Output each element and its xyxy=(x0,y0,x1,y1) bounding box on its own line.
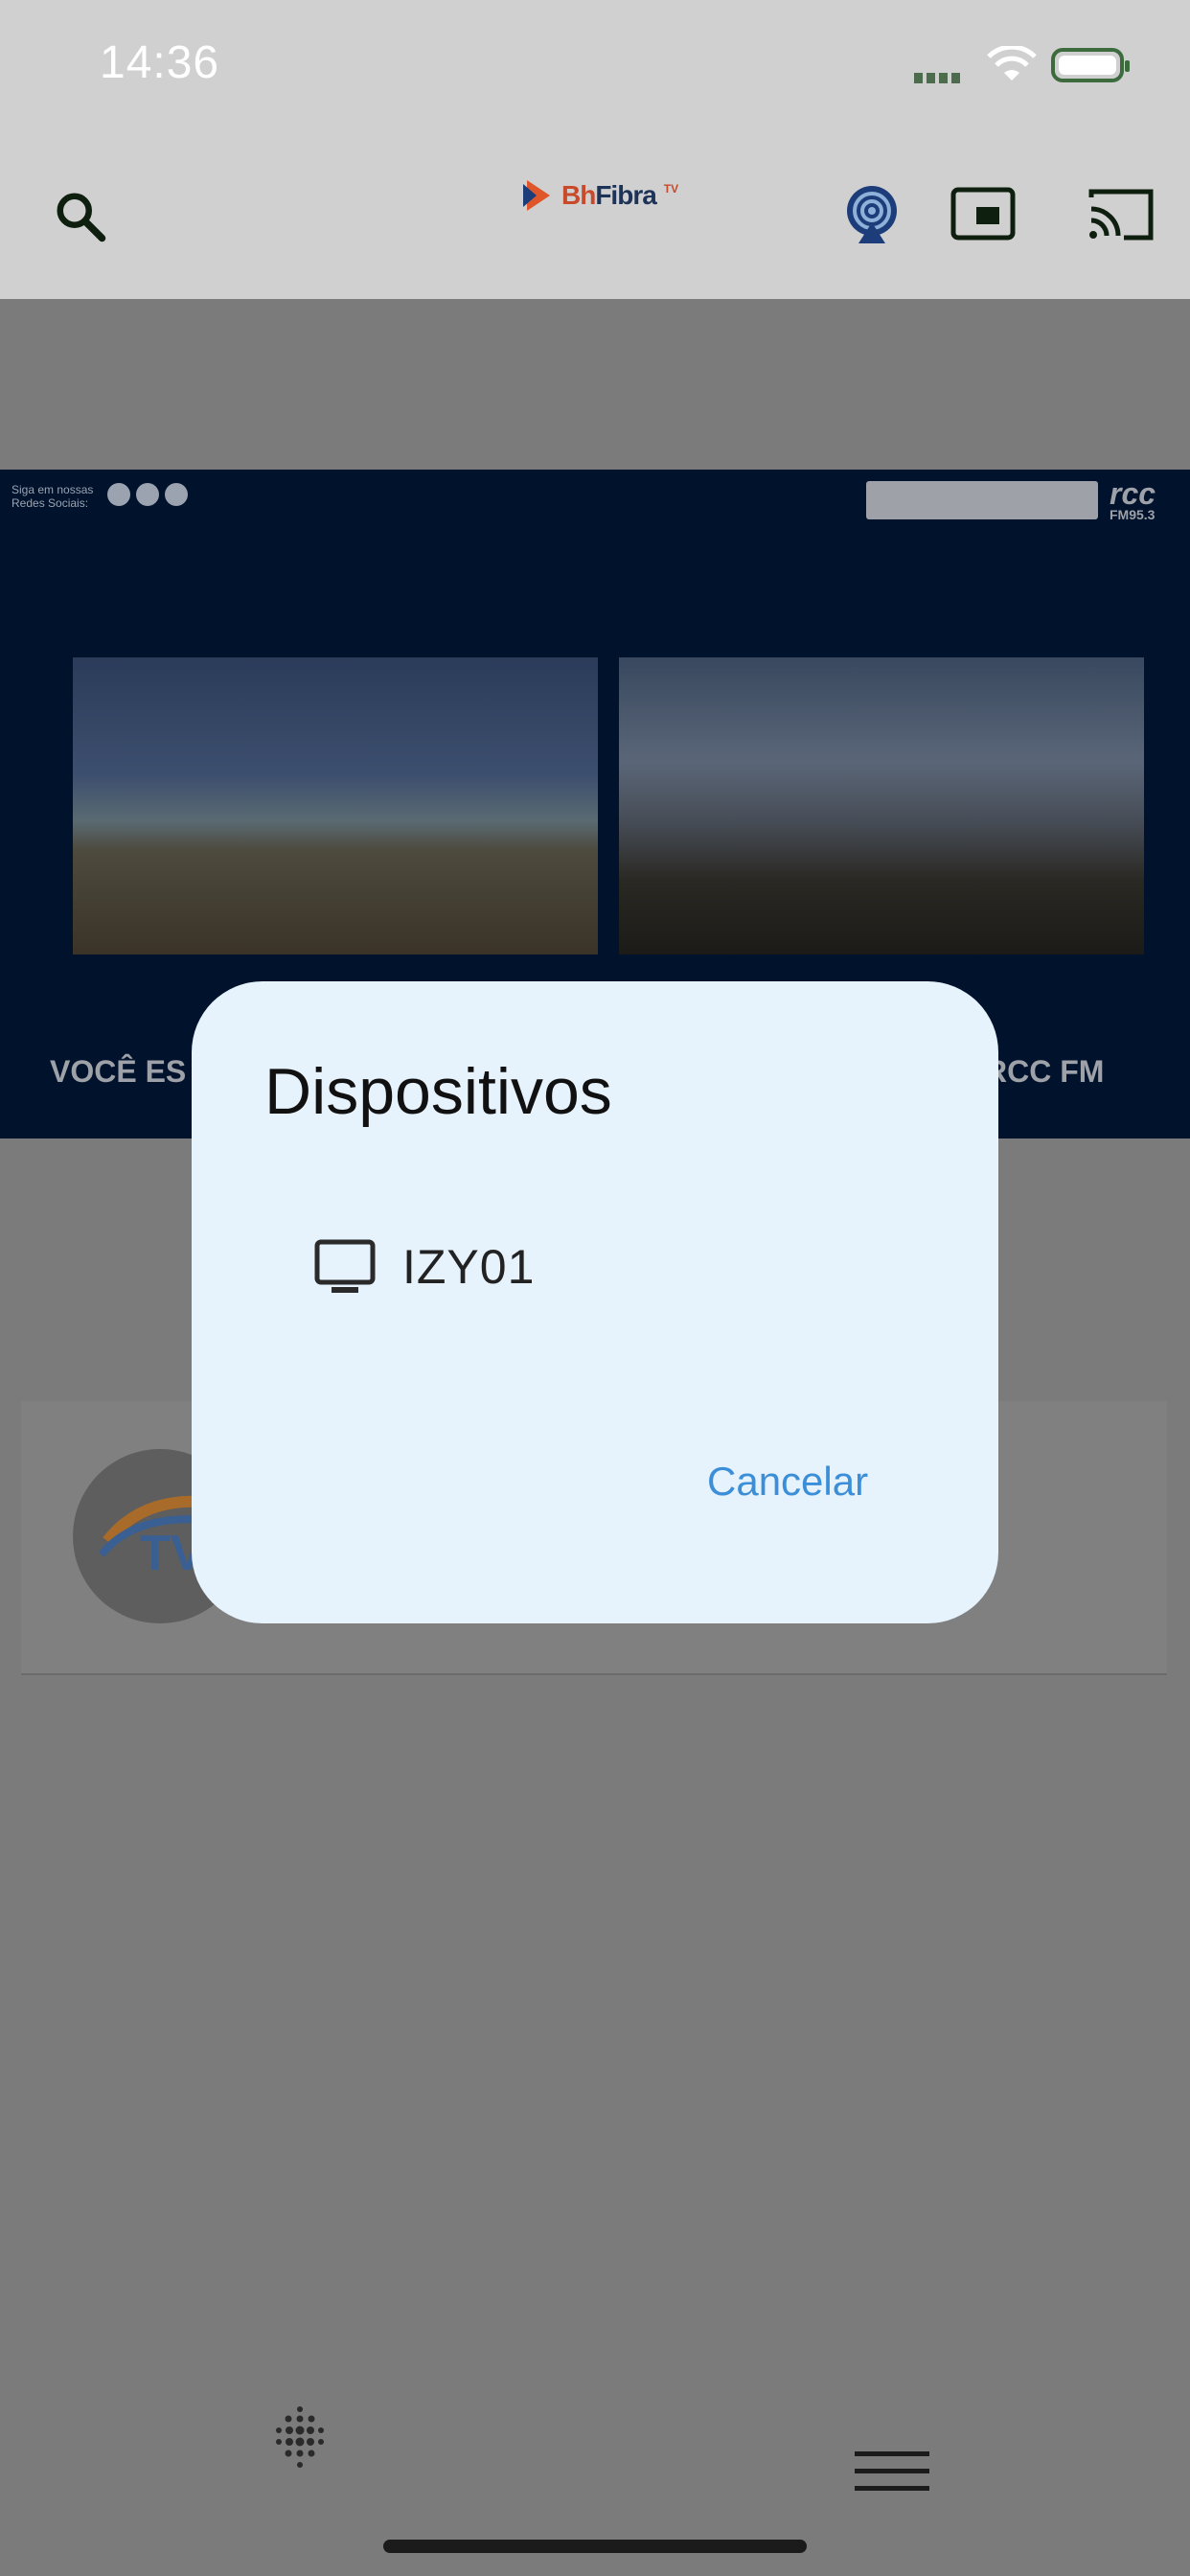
spotify-icon[interactable] xyxy=(165,483,188,506)
camera-view-right xyxy=(619,657,1144,954)
banner-search-box xyxy=(866,481,1098,519)
bhfibra-logo-icon xyxy=(523,180,550,211)
dots-grid-icon[interactable] xyxy=(264,2404,335,2474)
cellular-signal-icon xyxy=(914,71,964,88)
battery-icon xyxy=(1051,48,1130,82)
cancel-button[interactable]: Cancelar xyxy=(707,1459,868,1505)
facebook-icon[interactable] xyxy=(107,483,130,506)
cast-button[interactable] xyxy=(1083,176,1159,253)
social-icons xyxy=(107,483,188,506)
broadcast-icon xyxy=(847,186,897,243)
device-name: IZY01 xyxy=(402,1240,536,1294)
cast-icon xyxy=(1088,189,1154,241)
status-time: 14:36 xyxy=(100,37,220,88)
banner-ticker-left: VOCÊ ES xyxy=(50,1054,187,1089)
app-logo: BhFibra TV xyxy=(521,174,678,217)
wifi-icon xyxy=(987,46,1037,80)
app-bar: BhFibra TV xyxy=(0,134,1190,299)
camera-view-left xyxy=(73,657,598,954)
tv-icon xyxy=(314,1239,376,1293)
picture-in-picture-button[interactable] xyxy=(945,176,1021,253)
dialog-title: Dispositivos xyxy=(264,1055,612,1128)
devices-dialog: Dispositivos IZY01 Cancelar xyxy=(192,981,998,1623)
banner-ticker-right: RCC FM xyxy=(985,1054,1105,1089)
search-icon xyxy=(57,193,106,242)
menu-icon[interactable] xyxy=(855,2450,929,2494)
social-label: Siga em nossas Redes Sociais: xyxy=(11,483,94,510)
search-button[interactable] xyxy=(42,178,119,255)
device-item[interactable]: IZY01 xyxy=(314,1229,535,1305)
status-bar: 14:36 xyxy=(0,0,1190,134)
picture-in-picture-icon xyxy=(950,187,1016,241)
rcc-logo: rcc FM95.3 xyxy=(1110,476,1156,522)
broadcast-button[interactable] xyxy=(834,176,910,253)
instagram-icon[interactable] xyxy=(136,483,159,506)
home-indicator[interactable] xyxy=(383,2540,807,2553)
